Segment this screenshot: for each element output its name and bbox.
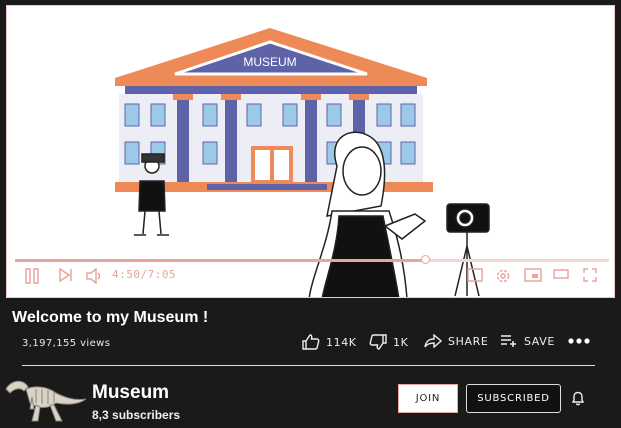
miniplayer-icon [524, 268, 542, 282]
join-button[interactable]: JOIN [398, 384, 458, 413]
theater-button[interactable] [553, 268, 569, 280]
museum-building: MUSEUM [115, 28, 433, 192]
dislike-button[interactable]: 1K [369, 334, 408, 350]
subscriber-count: 8,3 subscribers [92, 408, 181, 422]
video-title: Welcome to my Museum ! [12, 309, 209, 326]
play-pause-button[interactable] [25, 268, 39, 284]
video-player[interactable]: MUSEUM 4:50/7:05 [6, 5, 615, 298]
more-button[interactable] [568, 337, 590, 345]
share-icon [424, 334, 442, 348]
progress-scrubber[interactable] [420, 255, 430, 264]
notification-bell-button[interactable] [571, 390, 585, 410]
time-display: 4:50/7:05 [112, 268, 177, 281]
more-icon [568, 338, 590, 344]
channel-name[interactable]: Museum [92, 382, 169, 404]
share-label: SHARE [448, 334, 489, 348]
like-button[interactable]: 114K [302, 334, 357, 350]
save-button[interactable]: SAVE [500, 334, 555, 348]
bell-icon [571, 391, 585, 406]
settings-button[interactable] [495, 268, 511, 284]
captions-button[interactable] [467, 268, 483, 282]
next-button[interactable] [59, 268, 73, 282]
view-count: 3,197,155 views [22, 338, 111, 349]
fullscreen-icon [583, 268, 597, 282]
like-count: 114K [326, 335, 357, 349]
miniplayer-button[interactable] [524, 268, 542, 282]
camera-figure [446, 203, 490, 297]
progress-bar[interactable] [15, 255, 609, 264]
dislike-count: 1K [393, 335, 409, 349]
captions-icon [467, 268, 483, 282]
play-pause-icon [25, 268, 39, 284]
dislike-icon [369, 334, 387, 350]
settings-icon [496, 269, 510, 283]
share-button[interactable]: SHARE [424, 334, 488, 348]
next-icon [59, 268, 72, 282]
save-icon [501, 335, 516, 347]
save-label: SAVE [524, 334, 555, 348]
subscribed-button[interactable]: SUBSCRIBED [466, 384, 561, 413]
volume-icon [86, 268, 101, 284]
video-frame: MUSEUM [115, 28, 490, 297]
channel-avatar[interactable] [2, 375, 88, 425]
fullscreen-button[interactable] [583, 268, 597, 282]
volume-button[interactable] [86, 268, 104, 284]
divider [22, 365, 595, 366]
theater-icon [553, 269, 569, 279]
progress-fill [15, 259, 425, 262]
like-icon [302, 334, 320, 350]
building-sign: MUSEUM [243, 55, 296, 69]
